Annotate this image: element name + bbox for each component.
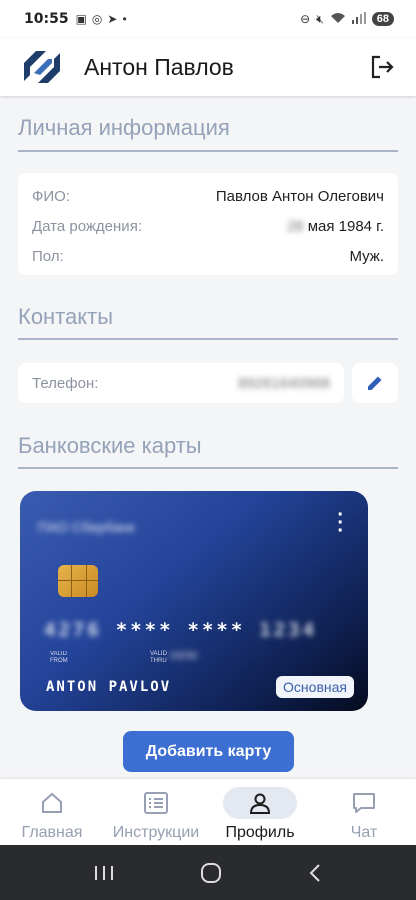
- home-icon: [42, 792, 62, 813]
- gallery-icon: ▣: [75, 12, 87, 26]
- back-icon[interactable]: [307, 863, 323, 883]
- nav-label: Профиль: [225, 824, 295, 841]
- dnd-icon: ⊖: [300, 12, 311, 26]
- wifi-icon: [330, 12, 346, 27]
- add-card-button[interactable]: Добавить карту: [123, 731, 294, 772]
- primary-card-badge: Основная: [276, 676, 354, 698]
- phone-card: Телефон: 89261640968: [18, 363, 344, 403]
- card-number-group: ****: [187, 619, 246, 641]
- fio-label: ФИО:: [32, 187, 71, 205]
- bank-name-blurred: ПАО Сбербанк: [38, 519, 135, 535]
- card-number: 4276 **** **** 1234: [44, 619, 317, 641]
- app-logo-icon: [24, 51, 60, 83]
- phone-value-blurred: 89261640968: [238, 374, 330, 392]
- edit-phone-button[interactable]: [352, 363, 398, 403]
- valid-from-label: VALID FROM: [50, 651, 68, 664]
- profile-name-title: Антон Павлов: [84, 53, 234, 80]
- mute-icon: 🔇︎: [316, 11, 324, 26]
- birthdate-label: Дата рождения:: [32, 217, 142, 235]
- section-title-bank-cards: Банковские карты: [18, 433, 202, 458]
- personal-info-card: ФИО: Павлов Антон Олегович Дата рождения…: [18, 173, 398, 275]
- info-row-fio: ФИО: Павлов Антон Олегович: [32, 181, 384, 211]
- nav-label: Главная: [21, 824, 83, 841]
- more-notifications-icon: •: [122, 12, 127, 26]
- status-bar: 10:55 ▣ ◎ ➤ • ⊖ 🔇︎ 68: [0, 0, 416, 38]
- divider: [18, 150, 398, 152]
- whatsapp-icon: ◎: [91, 12, 103, 26]
- system-navigation-bar: [0, 845, 416, 900]
- gender-label: Пол:: [32, 247, 64, 265]
- signal-icon: [351, 11, 366, 27]
- phone-label: Телефон:: [32, 374, 99, 392]
- status-time: 10:55: [24, 11, 69, 27]
- divider: [18, 467, 398, 469]
- birthdate-value: 28 мая 1984 г.: [286, 217, 384, 235]
- nav-item-profile[interactable]: Профиль: [208, 779, 312, 845]
- valid-thru-label: VALID THRU: [150, 651, 167, 664]
- profile-icon: [249, 793, 271, 814]
- instructions-icon: [144, 792, 168, 814]
- nav-label: Инструкции: [112, 824, 200, 841]
- nav-item-chat[interactable]: Чат: [312, 779, 416, 845]
- nav-item-home[interactable]: Главная: [0, 779, 104, 845]
- telegram-icon: ➤: [107, 12, 118, 26]
- notification-icons: ▣ ◎ ➤ •: [76, 12, 127, 26]
- card-menu-icon[interactable]: · · ·: [337, 505, 344, 541]
- gender-value: Муж.: [349, 247, 384, 265]
- card-chip-icon: [58, 565, 98, 597]
- fio-value: Павлов Антон Олегович: [215, 187, 384, 205]
- bottom-navigation: Главная Инструкции Профиль Чат: [0, 779, 416, 845]
- logout-icon[interactable]: [368, 53, 396, 81]
- pencil-icon: [368, 376, 382, 390]
- birthdate-day-blurred: 28: [286, 217, 304, 235]
- battery-indicator: 68: [371, 12, 394, 26]
- section-title-personal: Личная информация: [18, 115, 230, 140]
- valid-thru-value-blurred: 03/30: [170, 650, 198, 662]
- nav-item-instructions[interactable]: Инструкции: [104, 779, 208, 845]
- nav-label: Чат: [350, 824, 378, 841]
- section-title-contacts: Контакты: [18, 304, 114, 329]
- valid-thru: VALID THRU 03/30: [150, 651, 230, 665]
- info-row-gender: Пол: Муж.: [32, 241, 384, 271]
- card-number-group: 4276: [44, 619, 102, 641]
- card-number-group: 1234: [259, 619, 318, 641]
- recent-apps-icon[interactable]: [93, 864, 115, 882]
- card-holder-name: ANTON PAVLOV: [46, 679, 172, 695]
- info-row-birthdate: Дата рождения: 28 мая 1984 г.: [32, 211, 384, 241]
- app-header: Антон Павлов: [0, 38, 416, 96]
- bank-card[interactable]: ПАО Сбербанк · · · 4276 **** **** 1234 VAL…: [20, 491, 368, 711]
- card-number-group: ****: [115, 619, 174, 641]
- home-circle-icon[interactable]: [200, 862, 222, 884]
- divider: [18, 338, 398, 340]
- chat-icon: [353, 793, 375, 813]
